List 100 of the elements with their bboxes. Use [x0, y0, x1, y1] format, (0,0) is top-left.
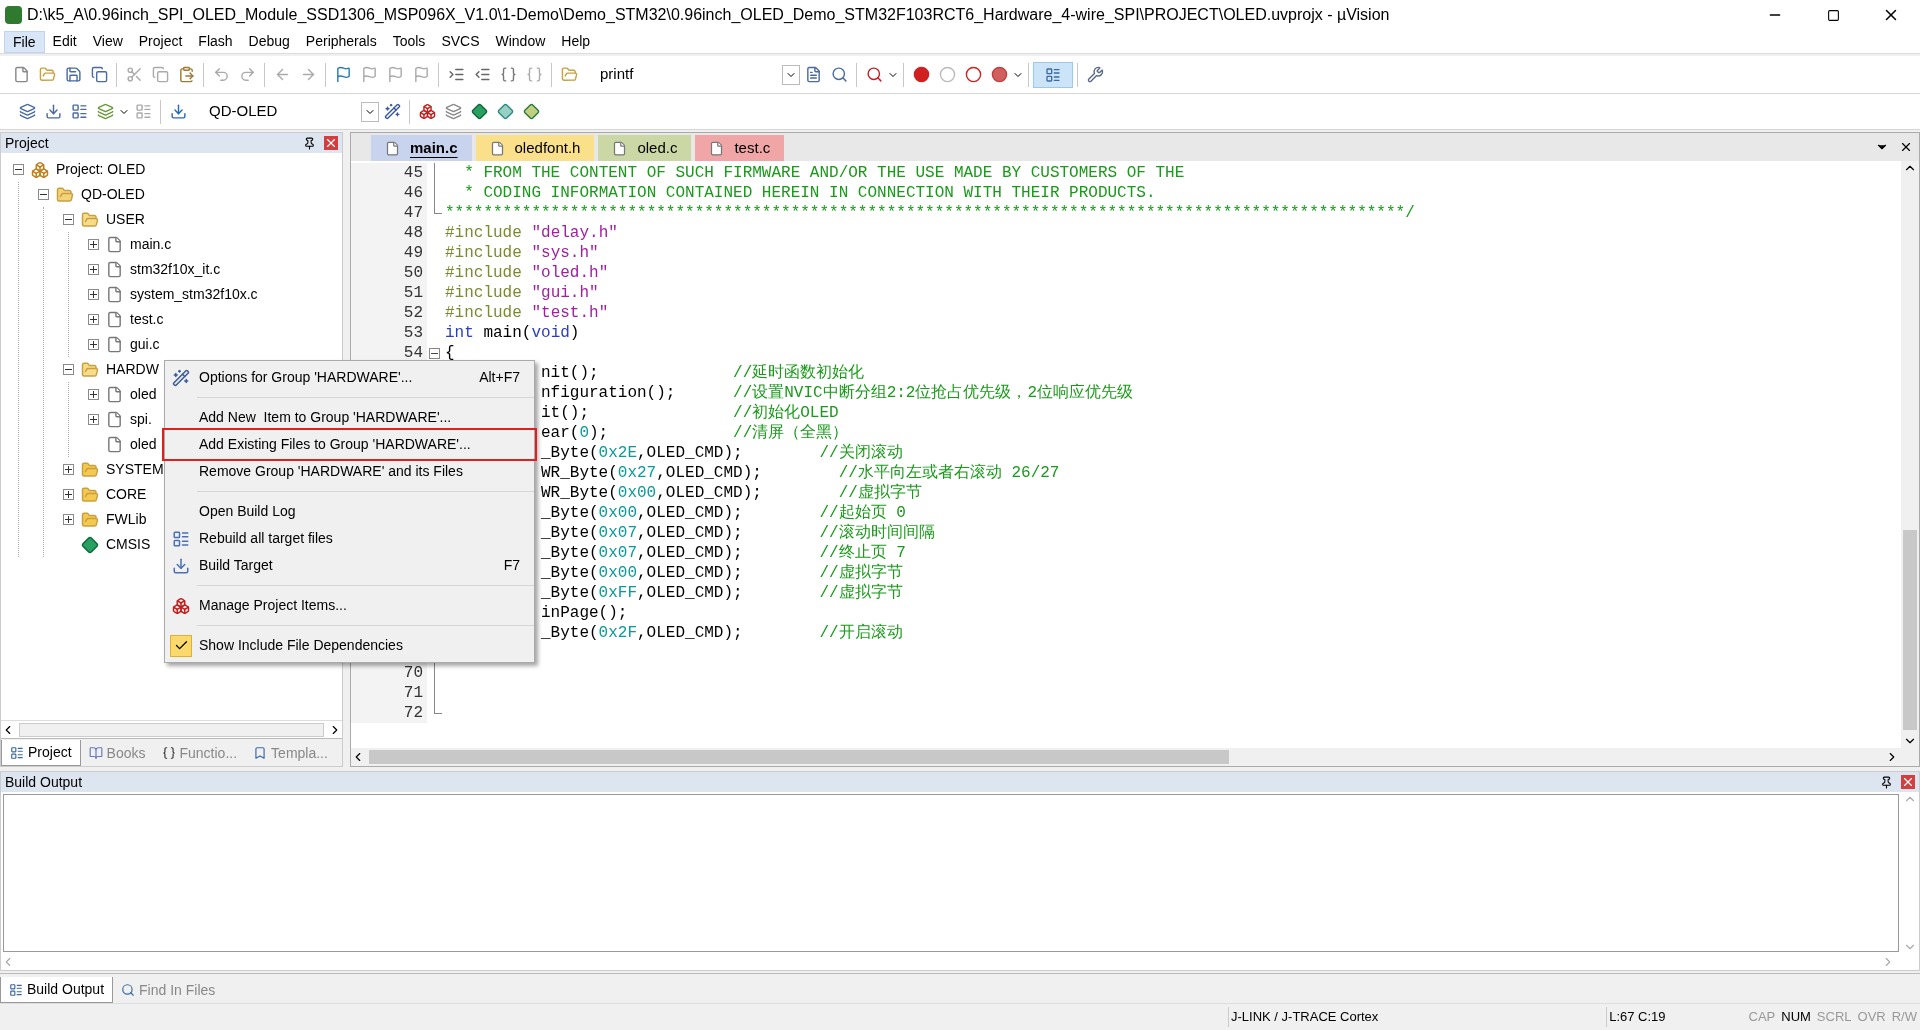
tree-item[interactable]: USER — [106, 209, 145, 230]
menu-item[interactable]: Flash — [190, 30, 241, 53]
load-icon[interactable] — [169, 103, 187, 120]
editor-tab[interactable]: oled.c — [598, 135, 692, 161]
indent-icon[interactable] — [447, 66, 465, 83]
diamond-icon[interactable] — [470, 103, 488, 120]
expand-box[interactable] — [63, 489, 74, 500]
horizontal-scrollbar[interactable] — [351, 748, 1919, 766]
circle-icon[interactable] — [964, 66, 982, 83]
expand-box[interactable] — [63, 464, 74, 475]
editor-tab[interactable]: main.c — [371, 135, 472, 161]
horizontal-scrollbar[interactable] — [1, 720, 342, 738]
menu-item[interactable]: Debug — [240, 30, 298, 53]
menu-item[interactable]: Help — [553, 30, 599, 53]
breakpoint-icon[interactable] — [912, 66, 930, 83]
menu-item[interactable]: SVCS — [433, 30, 488, 53]
expand-box[interactable] — [88, 389, 99, 400]
expand-box[interactable] — [88, 339, 99, 350]
build-icon[interactable] — [44, 103, 62, 120]
rebuild-icon[interactable] — [70, 103, 88, 120]
close-icon[interactable] — [1899, 140, 1913, 154]
menu-item[interactable]: Peripherals — [297, 30, 385, 53]
menu-item[interactable]: Window — [487, 30, 554, 53]
debug-session-icon[interactable] — [865, 66, 883, 83]
tree-item[interactable]: QD-OLED — [81, 184, 145, 205]
menu-item[interactable]: Edit — [44, 30, 85, 53]
code-line: int main(void) — [444, 323, 580, 343]
pin-icon[interactable] — [303, 136, 316, 150]
vertical-scrollbar[interactable] — [1901, 161, 1919, 748]
wrench-icon[interactable] — [1086, 66, 1104, 83]
save-all-icon[interactable] — [90, 66, 108, 83]
wand-icon[interactable] — [383, 103, 401, 120]
translate-icon[interactable] — [18, 103, 36, 120]
tree-item[interactable]: test.c — [130, 309, 164, 330]
restore-icon[interactable] — [1826, 8, 1840, 22]
comment-icon[interactable] — [499, 66, 517, 83]
panel-tab[interactable]: Project — [1, 740, 81, 766]
line-number: 72 — [351, 703, 427, 723]
collapse-box[interactable] — [13, 164, 24, 175]
tree-item[interactable]: main.c — [130, 234, 172, 255]
editor-tab[interactable]: oledfont.h — [475, 135, 595, 161]
code-line: _Byte(0xFF,OLED_CMD); //虚拟字节 — [541, 583, 903, 603]
paste-icon[interactable] — [177, 66, 195, 83]
tree-item[interactable]: HARDW — [106, 359, 159, 380]
tree-item[interactable]: FWLib — [106, 509, 147, 530]
menu-item[interactable]: Add Existing Files to Group 'HARDWARE'... — [165, 431, 534, 458]
menu-item[interactable]: Rebuild all target files — [165, 525, 534, 552]
rebuild-icon — [172, 529, 190, 548]
outdent-icon[interactable] — [473, 66, 491, 83]
find-icon[interactable] — [804, 66, 822, 83]
flag-icon[interactable] — [334, 66, 352, 83]
blocks-icon[interactable] — [418, 103, 436, 120]
menu-item[interactable]: Options for Group 'HARDWARE'... Alt+F7 — [165, 364, 534, 391]
menu-item[interactable]: Open Build Log — [165, 498, 534, 525]
tree-item[interactable]: SYSTEM — [106, 459, 164, 480]
menu-item[interactable]: Project — [130, 30, 191, 53]
expand-box[interactable] — [88, 239, 99, 250]
tree-item[interactable]: oled — [130, 434, 157, 455]
menu-item[interactable]: Manage Project Items... — [165, 592, 534, 619]
layers-icon[interactable] — [444, 103, 462, 120]
menu-item[interactable]: View — [84, 30, 131, 53]
fold-toggle[interactable] — [429, 348, 440, 359]
expand-box[interactable] — [88, 264, 99, 275]
expand-box[interactable] — [88, 289, 99, 300]
tree-item[interactable]: spi. — [130, 409, 152, 430]
pin-icon[interactable] — [1880, 775, 1893, 789]
window-layout-button[interactable] — [1033, 61, 1073, 88]
file-icon — [106, 336, 123, 353]
tree-item[interactable]: gui.c — [130, 334, 160, 355]
tree-item[interactable]: stm32f10x_it.c — [130, 259, 221, 280]
menu-item[interactable]: Build Target F7 — [165, 552, 534, 579]
tree-item[interactable]: CMSIS — [106, 534, 151, 555]
collapse-box[interactable] — [63, 364, 74, 375]
scroll-thumb[interactable] — [1903, 530, 1917, 730]
expand-box[interactable] — [63, 514, 74, 525]
diamond-icon[interactable] — [522, 103, 540, 120]
menu-item[interactable]: File — [4, 30, 45, 53]
save-icon[interactable] — [64, 66, 82, 83]
menu-item[interactable]: Show Include File Dependencies — [165, 632, 534, 659]
tree-item[interactable]: system_stm32f10x.c — [130, 284, 258, 305]
collapse-box[interactable] — [38, 189, 49, 200]
line-number: 45 — [351, 163, 427, 183]
diamond-icon[interactable] — [496, 103, 514, 120]
line-number: 70 — [351, 663, 427, 683]
panel-tab[interactable]: Build Output — [0, 977, 114, 1003]
scroll-thumb[interactable] — [369, 750, 1229, 764]
tree-item[interactable]: oled — [130, 384, 157, 405]
menu-item[interactable]: Add New Item to Group 'HARDWARE'... — [165, 404, 534, 431]
tree-item[interactable]: CORE — [106, 484, 147, 505]
menu-item[interactable]: Tools — [384, 30, 434, 53]
expand-box[interactable] — [88, 314, 99, 325]
menu-item[interactable]: Remove Group 'HARDWARE' and its Files — [165, 458, 534, 485]
new-file-icon[interactable] — [12, 66, 30, 83]
breakpoint-icon[interactable] — [990, 66, 1008, 83]
editor-tab[interactable]: test.c — [695, 135, 785, 161]
batch-build-icon[interactable] — [96, 103, 114, 120]
expand-box[interactable] — [88, 414, 99, 425]
tree-item[interactable]: Project: OLED — [56, 159, 146, 180]
collapse-box[interactable] — [63, 214, 74, 225]
search-icon[interactable] — [830, 66, 848, 83]
